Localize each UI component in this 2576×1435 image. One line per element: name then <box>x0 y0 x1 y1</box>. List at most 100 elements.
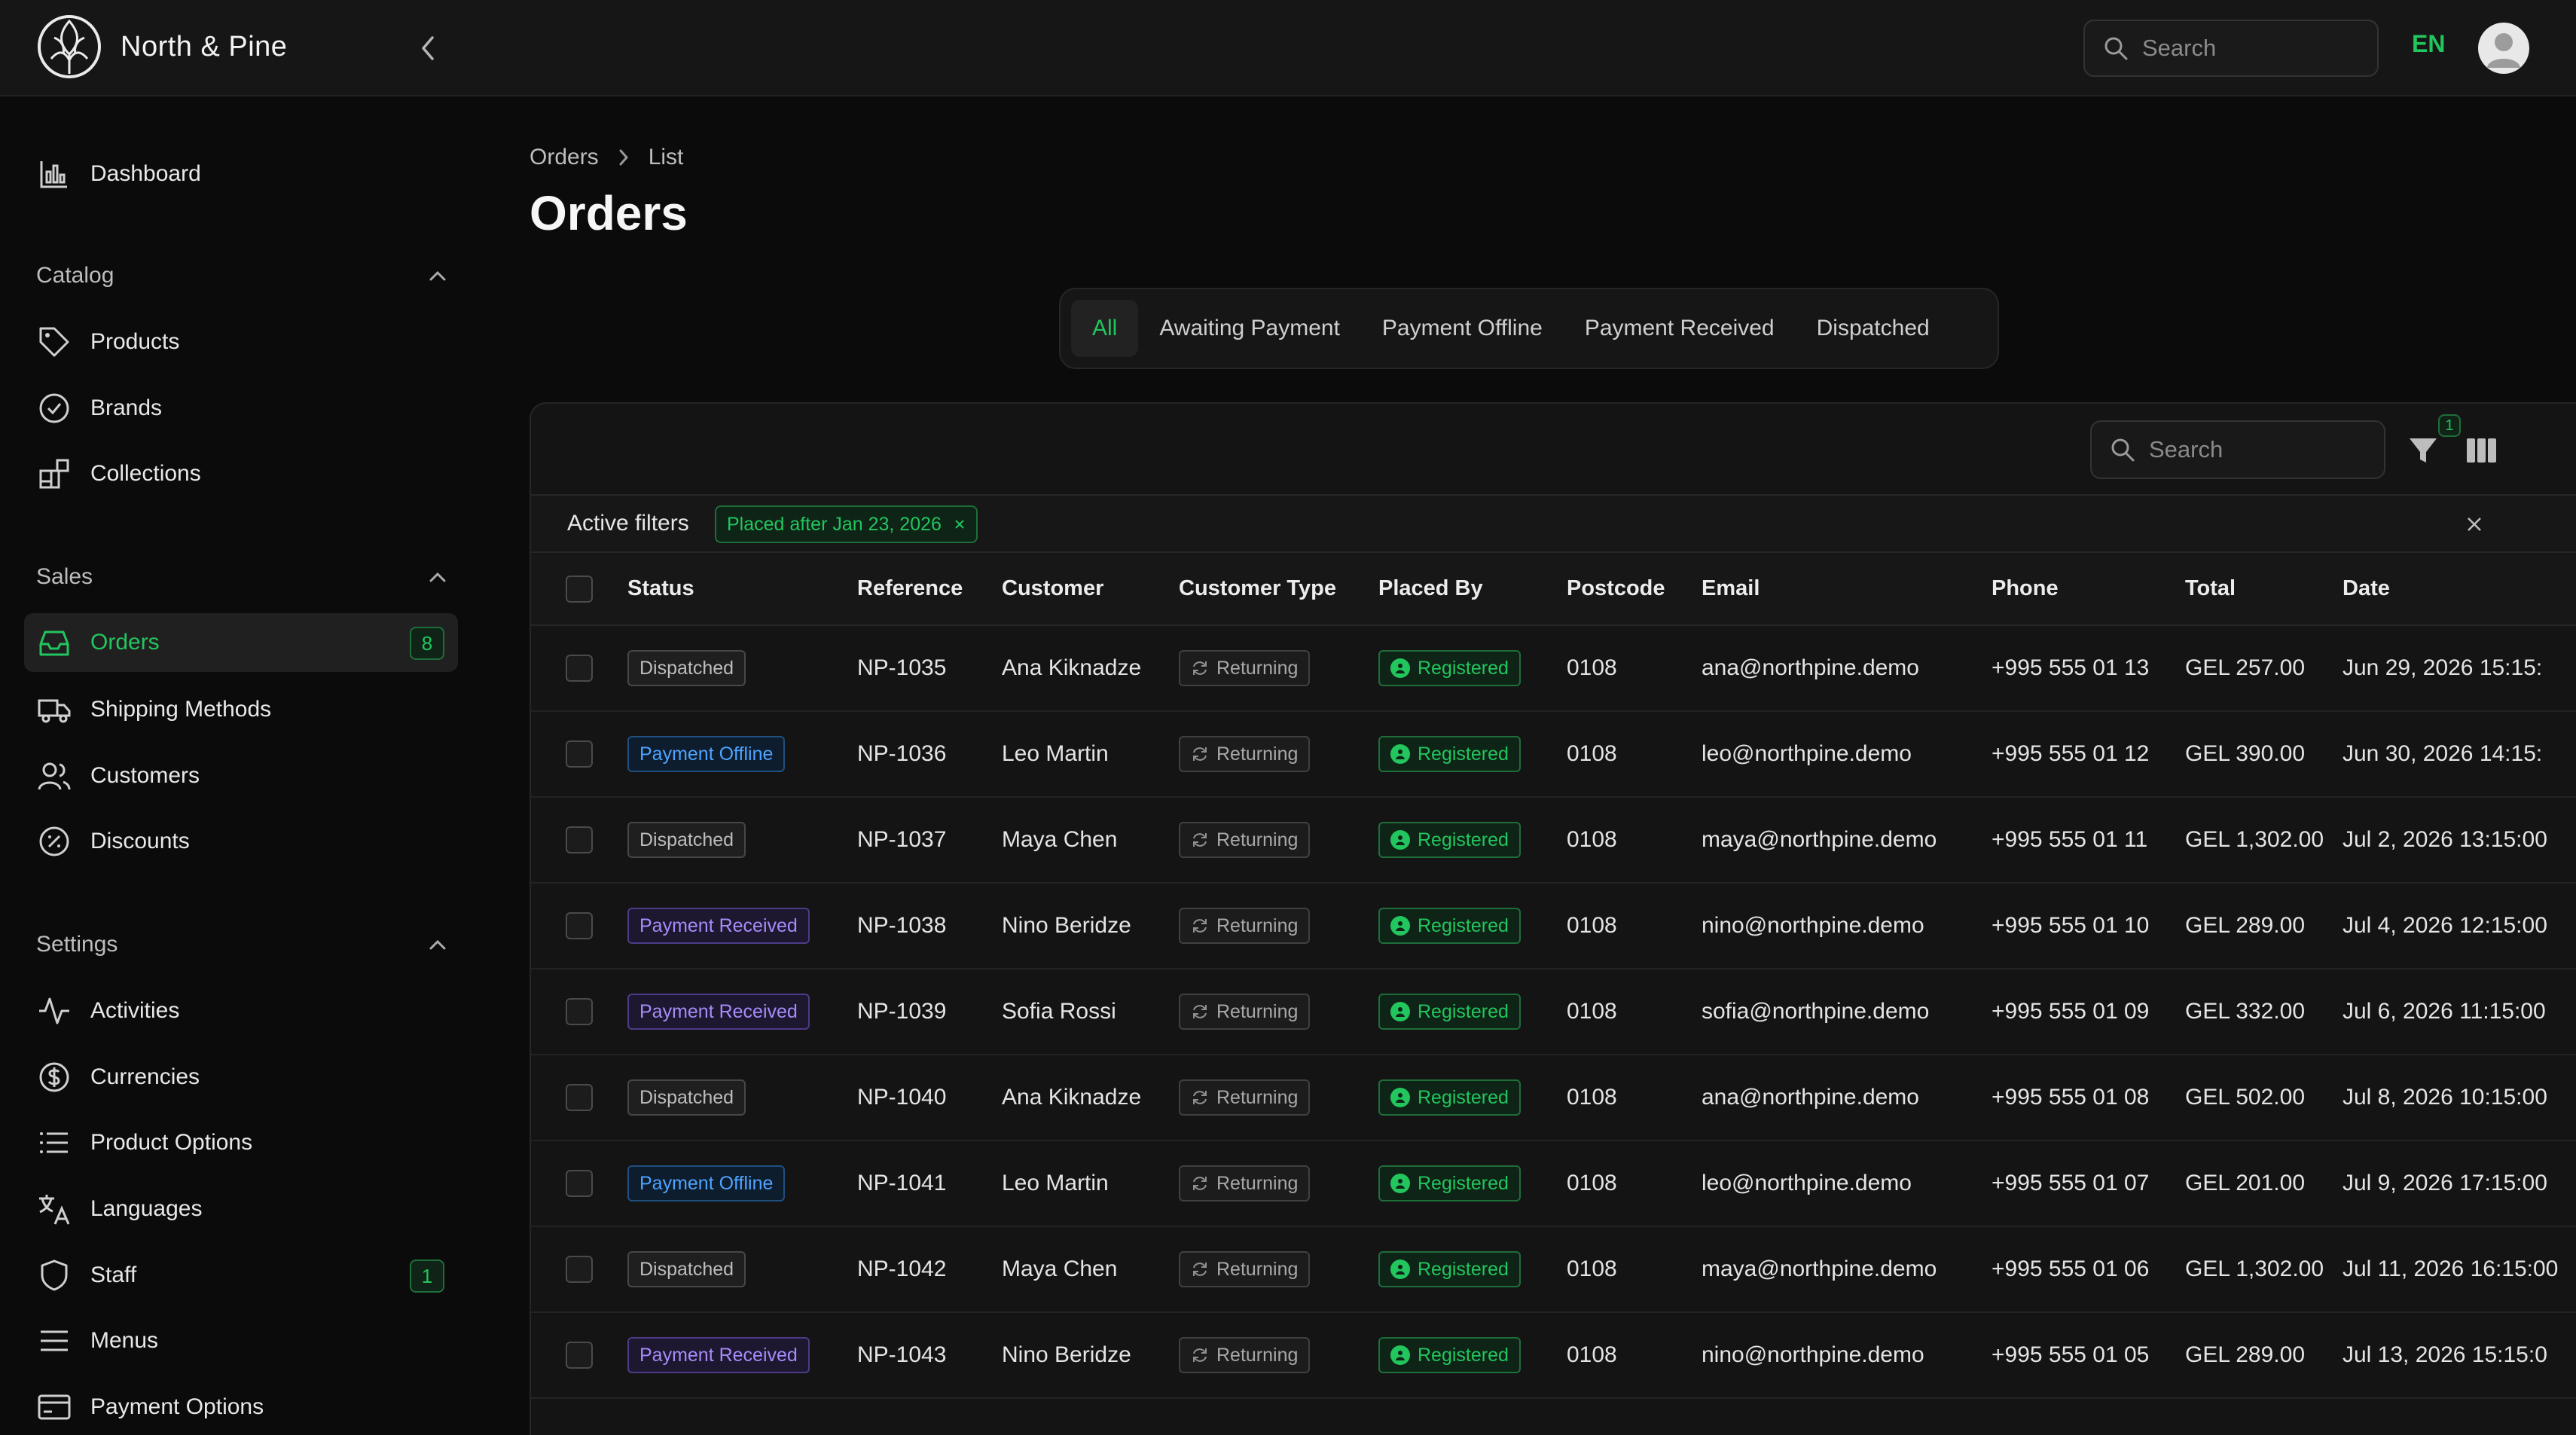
tab-dispatched[interactable]: Dispatched <box>1796 300 1951 357</box>
sidebar-item-dashboard[interactable]: Dashboard <box>24 145 458 203</box>
customer-type-label: Returning <box>1216 1172 1299 1194</box>
list-icon <box>36 1125 72 1161</box>
sidebar-item-discounts[interactable]: Discounts <box>24 812 458 871</box>
avatar[interactable] <box>2478 23 2529 74</box>
status-cell: Payment Offline <box>627 1140 857 1227</box>
row-checkbox[interactable] <box>566 826 593 854</box>
table-body: Dispatched NP-1035 Ana Kiknadze Returnin… <box>531 625 2576 1399</box>
column-header-postcode[interactable]: Postcode <box>1567 553 1702 626</box>
reference-cell: NP-1035 <box>857 625 1002 712</box>
row-checkbox[interactable] <box>566 1256 593 1284</box>
table-row[interactable]: Dispatched NP-1042 Maya Chen Returning R… <box>531 1226 2576 1313</box>
status-badge: Payment Offline <box>627 1165 786 1201</box>
table-row[interactable]: Payment Offline NP-1041 Leo Martin Retur… <box>531 1140 2576 1227</box>
sidebar-item-menus[interactable]: Menus <box>24 1311 458 1370</box>
customer-type-badge: Returning <box>1179 908 1311 944</box>
clear-filters-button[interactable] <box>2458 508 2491 541</box>
reference-cell: NP-1040 <box>857 1055 1002 1141</box>
close-icon[interactable] <box>954 518 966 530</box>
global-search[interactable] <box>2083 20 2379 77</box>
sidebar-item-label: Staff <box>90 1262 137 1287</box>
phone-cell: +995 555 01 07 <box>1992 1140 2185 1227</box>
sidebar-item-payment-options[interactable]: Payment Options <box>24 1378 458 1435</box>
sidebar-item-activities[interactable]: Activities <box>24 982 458 1040</box>
sidebar-item-orders[interactable]: Orders 8 <box>24 613 458 672</box>
status-badge: Dispatched <box>627 650 746 686</box>
column-header-email[interactable]: Email <box>1702 553 1992 626</box>
tab-payment-received[interactable]: Payment Received <box>1564 300 1796 357</box>
sidebar-item-languages[interactable]: Languages <box>24 1180 458 1238</box>
customer-type-label: Returning <box>1216 657 1299 679</box>
table-row[interactable]: Dispatched NP-1040 Ana Kiknadze Returnin… <box>531 1055 2576 1141</box>
search-icon <box>2104 37 2128 60</box>
table-search-input[interactable] <box>2149 436 2375 463</box>
columns-icon[interactable] <box>2464 432 2500 469</box>
column-header-phone[interactable]: Phone <box>1992 553 2185 626</box>
placed-by-cell: Registered <box>1378 797 1567 884</box>
row-checkbox[interactable] <box>566 655 593 682</box>
section-settings[interactable]: Settings <box>36 927 447 963</box>
select-all-checkbox[interactable] <box>566 575 593 603</box>
section-sales[interactable]: Sales <box>36 559 447 595</box>
status-badge: Dispatched <box>627 1251 746 1287</box>
table-row[interactable]: Payment Received NP-1039 Sofia Rossi Ret… <box>531 969 2576 1055</box>
orders-table-card: 1 Active filters Placed after Jan 23, 20… <box>530 402 2576 1435</box>
user-icon <box>1390 1259 1410 1279</box>
language-switcher[interactable]: EN <box>2412 30 2445 58</box>
row-checkbox[interactable] <box>566 998 593 1026</box>
total-cell: GEL 1,302.00 <box>2185 797 2343 884</box>
brand[interactable]: North & Pine <box>36 14 287 80</box>
close-icon <box>2468 518 2481 531</box>
collapse-sidebar-button[interactable] <box>413 30 443 66</box>
sidebar-item-brands[interactable]: Brands <box>24 379 458 438</box>
table-row[interactable]: Payment Received NP-1038 Nino Beridze Re… <box>531 883 2576 969</box>
sidebar-item-products[interactable]: Products <box>24 313 458 371</box>
placed-by-label: Registered <box>1418 657 1509 679</box>
total-cell: GEL 289.00 <box>2185 883 2343 969</box>
global-search-input[interactable] <box>2142 35 2368 62</box>
filter-chip[interactable]: Placed after Jan 23, 2026 <box>715 505 978 543</box>
placed-by-cell: Registered <box>1378 883 1567 969</box>
column-header-customer-type[interactable]: Customer Type <box>1179 553 1378 626</box>
column-header-reference[interactable]: Reference <box>857 553 1002 626</box>
email-cell: nino@northpine.demo <box>1702 883 1992 969</box>
top-bar: North & Pine EN <box>0 0 2576 96</box>
column-header-customer[interactable]: Customer <box>1002 553 1179 626</box>
row-checkbox[interactable] <box>566 1342 593 1369</box>
tab-awaiting-payment[interactable]: Awaiting Payment <box>1138 300 1361 357</box>
sidebar-item-currencies[interactable]: Currencies <box>24 1048 458 1107</box>
row-checkbox[interactable] <box>566 740 593 768</box>
section-catalog[interactable]: Catalog <box>36 258 447 294</box>
refresh-icon <box>1193 661 1207 675</box>
reference-cell: NP-1037 <box>857 797 1002 884</box>
row-checkbox[interactable] <box>566 912 593 940</box>
sidebar-item-product-options[interactable]: Product Options <box>24 1113 458 1172</box>
sidebar-item-staff[interactable]: Staff 1 <box>24 1246 458 1305</box>
row-checkbox[interactable] <box>566 1084 593 1112</box>
breadcrumb-orders-link[interactable]: Orders <box>530 145 599 170</box>
placed-by-label: Registered <box>1418 914 1509 936</box>
tab-payment-offline[interactable]: Payment Offline <box>1361 300 1564 357</box>
email-cell: ana@northpine.demo <box>1702 1055 1992 1141</box>
staff-count-badge: 1 <box>410 1259 444 1293</box>
phone-cell: +995 555 01 06 <box>1992 1226 2185 1313</box>
row-checkbox[interactable] <box>566 1170 593 1198</box>
customer-type-cell: Returning <box>1179 1312 1378 1399</box>
table-search[interactable] <box>2090 420 2385 479</box>
sidebar-item-collections[interactable]: Collections <box>24 444 458 503</box>
table-row[interactable]: Dispatched NP-1035 Ana Kiknadze Returnin… <box>531 625 2576 712</box>
total-cell: GEL 1,302.00 <box>2185 1226 2343 1313</box>
column-header-status[interactable]: Status <box>627 553 857 626</box>
column-header-total[interactable]: Total <box>2185 553 2343 626</box>
tab-all[interactable]: All <box>1071 300 1139 357</box>
customer-cell: Maya Chen <box>1002 1226 1179 1313</box>
sidebar-item-shipping-methods[interactable]: Shipping Methods <box>24 680 458 739</box>
filter-icon[interactable] <box>2407 434 2440 467</box>
sidebar-item-customers[interactable]: Customers <box>24 747 458 805</box>
table-row[interactable]: Payment Received NP-1043 Nino Beridze Re… <box>531 1312 2576 1399</box>
column-header-placed-by[interactable]: Placed By <box>1378 553 1567 626</box>
column-header-date[interactable]: Date <box>2343 553 2576 626</box>
table-row[interactable]: Payment Offline NP-1036 Leo Martin Retur… <box>531 711 2576 798</box>
table-row[interactable]: Dispatched NP-1037 Maya Chen Returning R… <box>531 797 2576 884</box>
sidebar-item-label: Brands <box>90 395 163 420</box>
